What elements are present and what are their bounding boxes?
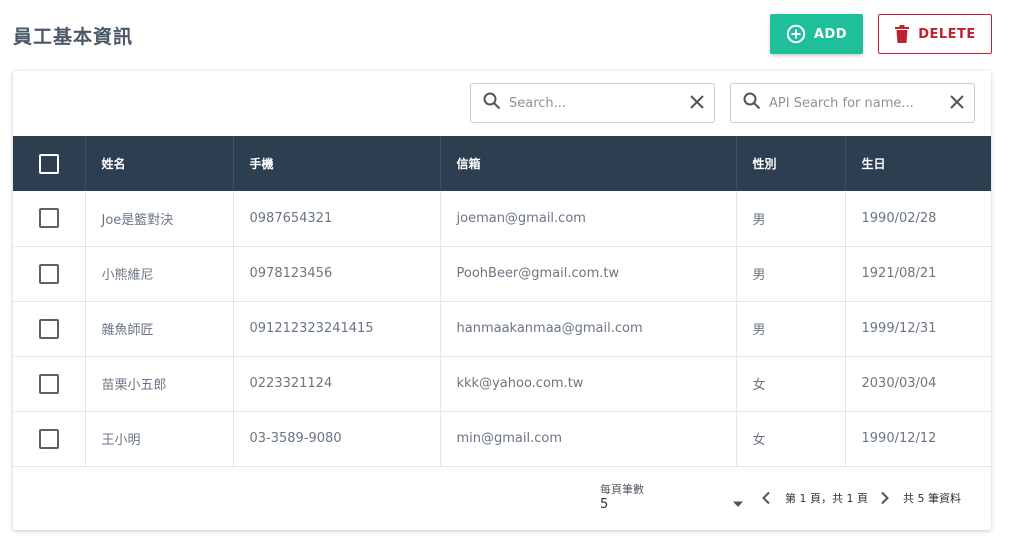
cell-email: hanmaakanmaa@gmail.com: [439, 301, 736, 357]
row-checkbox[interactable]: [38, 208, 59, 229]
total-records-info: 共 5 筆資料: [903, 492, 961, 505]
cell-gender: 男: [735, 246, 845, 302]
table-row[interactable]: 王小明 03-3589-9080 min@gmail.com 女 1990/12…: [13, 411, 991, 467]
rows-per-page-label: 每頁筆數: [600, 483, 644, 496]
cell-birthday: 1921/08/21: [844, 246, 991, 302]
trash-icon: [894, 25, 910, 43]
data-table-card: 姓名 手機 信箱 性別 生日 Joe是籃對決 0987654321 joeman…: [13, 71, 991, 530]
column-header-email[interactable]: 信箱: [439, 136, 736, 191]
table-pagination: 每頁筆數 5 第 1 頁，共 1 頁 共 5 筆資料: [13, 466, 991, 530]
cell-gender: 女: [735, 411, 845, 467]
dropdown-arrow-icon[interactable]: [732, 493, 744, 512]
row-checkbox[interactable]: [38, 263, 59, 284]
column-header-phone[interactable]: 手機: [232, 136, 440, 191]
delete-button[interactable]: DELETE: [878, 14, 992, 54]
add-button[interactable]: ADD: [770, 14, 863, 54]
row-checkbox[interactable]: [38, 318, 59, 339]
select-all-checkbox[interactable]: [38, 153, 59, 174]
row-checkbox[interactable]: [38, 373, 59, 394]
cell-email: PoohBeer@gmail.com.tw: [439, 246, 736, 302]
chevron-left-icon[interactable]: [760, 490, 772, 509]
row-checkbox[interactable]: [38, 428, 59, 449]
search-box: [470, 83, 715, 123]
page-title: 員工基本資訊: [13, 26, 134, 48]
cell-phone: 0978123456: [232, 246, 440, 302]
column-header-gender[interactable]: 性別: [735, 136, 845, 191]
delete-button-label: DELETE: [918, 26, 976, 42]
search-input[interactable]: [509, 95, 682, 111]
cell-phone: 0223321124: [232, 356, 440, 412]
table-row[interactable]: Joe是籃對決 0987654321 joeman@gmail.com 男 19…: [13, 191, 991, 247]
search-icon: [743, 92, 761, 114]
cell-email: min@gmail.com: [439, 411, 736, 467]
api-search-box: [730, 83, 975, 123]
cell-email: kkk@yahoo.com.tw: [439, 356, 736, 412]
cell-gender: 男: [735, 191, 845, 247]
page-info: 第 1 頁，共 1 頁: [785, 492, 868, 505]
api-search-input[interactable]: [769, 95, 942, 111]
cell-birthday: 1990/12/12: [844, 411, 991, 467]
employee-table: 姓名 手機 信箱 性別 生日 Joe是籃對決 0987654321 joeman…: [13, 136, 991, 467]
cell-name: 小熊維尼: [84, 246, 233, 302]
column-header-name[interactable]: 姓名: [84, 136, 233, 191]
cell-birthday: 1990/02/28: [844, 191, 991, 247]
cell-email: joeman@gmail.com: [439, 191, 736, 247]
plus-circle-icon: [786, 24, 806, 44]
column-header-birthday[interactable]: 生日: [844, 136, 991, 191]
table-row[interactable]: 苗栗小五郎 0223321124 kkk@yahoo.com.tw 女 2030…: [13, 356, 991, 412]
cell-phone: 03-3589-9080: [232, 411, 440, 467]
table-row[interactable]: 雜魚師匠 091212323241415 hanmaakanmaa@gmail.…: [13, 301, 991, 357]
add-button-label: ADD: [813, 26, 848, 42]
cell-gender: 男: [735, 301, 845, 357]
cell-gender: 女: [735, 356, 845, 412]
clear-api-search-icon[interactable]: [950, 94, 964, 113]
rows-per-page-select[interactable]: 5: [600, 497, 608, 512]
table-header-row: 姓名 手機 信箱 性別 生日: [13, 136, 991, 191]
cell-phone: 091212323241415: [232, 301, 440, 357]
search-icon: [483, 92, 501, 114]
cell-name: Joe是籃對決: [84, 191, 233, 247]
chevron-right-icon[interactable]: [879, 490, 891, 509]
cell-birthday: 1999/12/31: [844, 301, 991, 357]
cell-name: 雜魚師匠: [84, 301, 233, 357]
cell-phone: 0987654321: [232, 191, 440, 247]
clear-search-icon[interactable]: [690, 94, 704, 113]
cell-birthday: 2030/03/04: [844, 356, 991, 412]
cell-name: 苗栗小五郎: [84, 356, 233, 412]
cell-name: 王小明: [84, 411, 233, 467]
select-all-cell: [13, 136, 85, 191]
table-row[interactable]: 小熊維尼 0978123456 PoohBeer@gmail.com.tw 男 …: [13, 246, 991, 302]
